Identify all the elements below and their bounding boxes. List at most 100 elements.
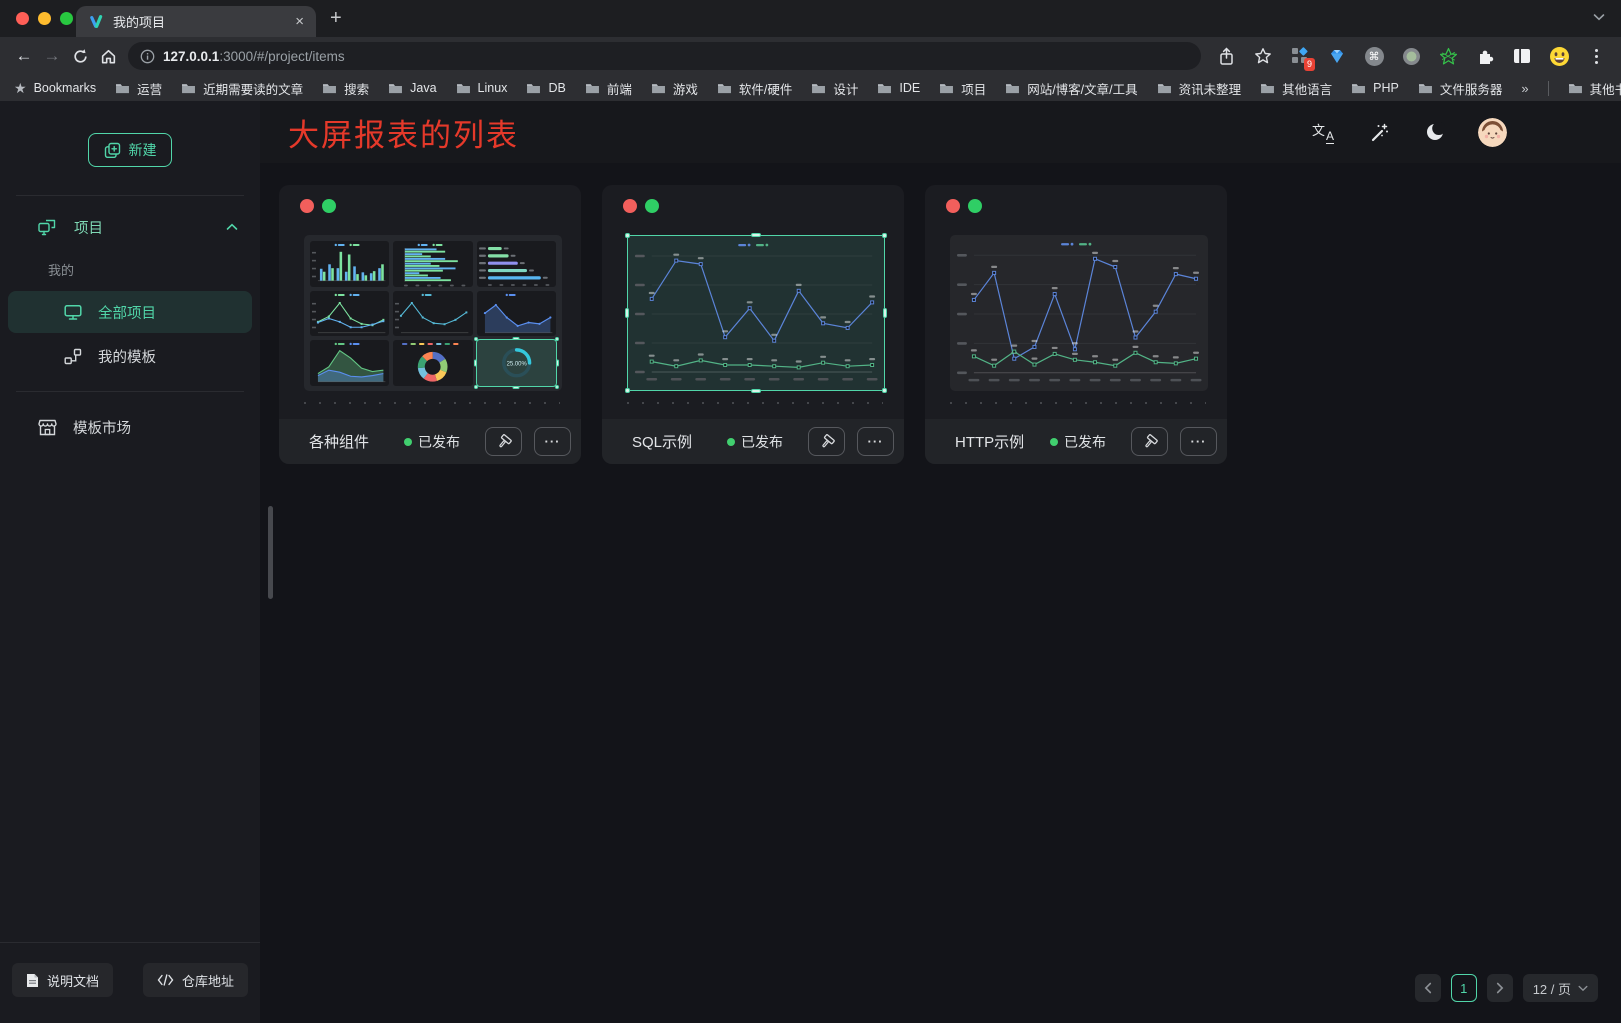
bookmark-folder[interactable]: 游戏 bbox=[651, 79, 698, 98]
gem-extension-icon[interactable] bbox=[1326, 45, 1348, 67]
user-avatar[interactable] bbox=[1478, 118, 1507, 147]
address-bar[interactable]: 127.0.0.1:3000/#/project/items bbox=[128, 42, 1201, 70]
selection-handle bbox=[513, 386, 520, 389]
sidebar-item-all-projects[interactable]: 全部项目 bbox=[8, 291, 252, 333]
bookmark-folder[interactable]: 近期需要读的文章 bbox=[181, 79, 303, 98]
prev-page-button[interactable] bbox=[1415, 974, 1441, 1002]
folder-icon bbox=[811, 82, 826, 94]
reload-icon[interactable] bbox=[66, 42, 94, 70]
folder-icon bbox=[651, 82, 666, 94]
project-cards: 25.00% 各种组件 已发布 ··· bbox=[260, 163, 1621, 464]
new-project-label: 新建 bbox=[129, 140, 157, 160]
folder-icon bbox=[1260, 82, 1275, 94]
other-bookmarks[interactable]: 其他书签 bbox=[1568, 79, 1621, 98]
docs-button[interactable]: 说明文档 bbox=[12, 963, 113, 997]
browser-toolbar: ← → 127.0.0.1:3000/#/project/items 9 bbox=[0, 37, 1621, 75]
magic-wand-icon[interactable] bbox=[1366, 119, 1392, 145]
project-card[interactable]: 25.00% 各种组件 已发布 ··· bbox=[279, 185, 581, 464]
zoom-window-button[interactable] bbox=[60, 12, 73, 25]
project-card[interactable]: HTTP示例 已发布 ··· bbox=[925, 185, 1227, 464]
more-actions-button[interactable]: ··· bbox=[857, 427, 894, 456]
bookmark-folder[interactable]: IDE bbox=[877, 81, 920, 95]
new-tab-button[interactable]: + bbox=[330, 7, 342, 30]
side-panel-icon[interactable] bbox=[1511, 45, 1533, 67]
bookmark-folder[interactable]: PHP bbox=[1351, 81, 1399, 95]
line-chart bbox=[950, 235, 1208, 391]
selection-handle bbox=[555, 385, 559, 389]
repo-button[interactable]: 仓库地址 bbox=[143, 963, 248, 997]
publish-status: 已发布 bbox=[1050, 432, 1106, 452]
bookmark-folder[interactable]: 设计 bbox=[811, 79, 858, 98]
bookmarks-root[interactable]: ★ Bookmarks bbox=[14, 80, 96, 97]
bookmark-folder-label: Linux bbox=[478, 81, 508, 95]
page-number-button[interactable]: 1 bbox=[1451, 974, 1477, 1002]
sidebar-group-projects[interactable]: 项目 bbox=[0, 204, 260, 250]
bookmark-star-icon[interactable] bbox=[1252, 45, 1274, 67]
edit-hammer-button[interactable] bbox=[808, 427, 845, 456]
language-translate-icon[interactable]: 文A bbox=[1310, 119, 1336, 145]
bookmark-folder[interactable]: 运营 bbox=[115, 79, 162, 98]
bookmark-folder-label: Java bbox=[410, 81, 436, 95]
tab-search-chevron-icon[interactable] bbox=[1593, 13, 1605, 21]
sidebar-divider bbox=[16, 391, 244, 392]
header-icons: 文A bbox=[1310, 118, 1507, 147]
bookmark-folder[interactable]: DB bbox=[526, 81, 565, 95]
green-star-extension-icon[interactable] bbox=[1437, 45, 1459, 67]
bookmark-folder[interactable]: 网站/博客/文章/工具 bbox=[1005, 79, 1137, 98]
share-icon[interactable] bbox=[1215, 45, 1237, 67]
bookmark-folder-label: 游戏 bbox=[673, 79, 698, 98]
mini-chart-bars bbox=[310, 241, 389, 287]
url-host: 127.0.0.1 bbox=[163, 49, 219, 64]
edit-hammer-button[interactable] bbox=[485, 427, 522, 456]
bookmark-folder[interactable]: 项目 bbox=[939, 79, 986, 98]
macos-traffic-lights bbox=[16, 12, 73, 25]
bookmark-folder[interactable]: 前端 bbox=[585, 79, 632, 98]
bookmark-folder[interactable]: Linux bbox=[456, 81, 508, 95]
bookmark-folder[interactable]: 搜索 bbox=[322, 79, 369, 98]
bookmark-folder[interactable]: 软件/硬件 bbox=[717, 79, 792, 98]
tab-manager-extension-icon[interactable]: 9 bbox=[1289, 45, 1311, 67]
browser-tab[interactable]: 我的项目 × bbox=[76, 6, 316, 37]
back-icon[interactable]: ← bbox=[10, 42, 38, 70]
template-flow-icon bbox=[64, 348, 82, 365]
bookmark-folder[interactable]: 其他语言 bbox=[1260, 79, 1332, 98]
more-actions-button[interactable]: ··· bbox=[534, 427, 571, 456]
site-info-icon[interactable] bbox=[140, 49, 155, 64]
dark-mode-moon-icon[interactable] bbox=[1422, 119, 1448, 145]
content-scrollbar-thumb[interactable] bbox=[268, 506, 273, 599]
bookmark-folder[interactable]: Java bbox=[388, 81, 436, 95]
profile-smiley-avatar[interactable] bbox=[1548, 45, 1570, 67]
chevron-up-icon bbox=[226, 223, 238, 231]
mini-chart-area2 bbox=[310, 340, 389, 386]
more-actions-button[interactable]: ··· bbox=[1180, 427, 1217, 456]
bookmark-folder[interactable]: 资讯未整理 bbox=[1157, 79, 1242, 98]
extensions-puzzle-icon[interactable] bbox=[1474, 45, 1496, 67]
new-project-button[interactable]: 新建 bbox=[88, 133, 172, 167]
bookmark-folder[interactable]: 文件服务器 bbox=[1418, 79, 1503, 98]
bookmarks-overflow-chevron[interactable]: » bbox=[1521, 81, 1528, 96]
forward-icon[interactable]: → bbox=[38, 42, 66, 70]
sidebar-item-template-market[interactable]: 模板市场 bbox=[0, 404, 260, 450]
dotted-divider bbox=[950, 402, 1206, 404]
status-label: 已发布 bbox=[741, 432, 783, 452]
sidebar-footer-divider bbox=[0, 942, 260, 943]
selection-handle bbox=[883, 308, 887, 318]
page-size-select[interactable]: 12 / 页 bbox=[1523, 974, 1598, 1002]
recorder-extension-icon[interactable] bbox=[1400, 45, 1422, 67]
chrome-menu-icon[interactable] bbox=[1585, 45, 1607, 67]
next-page-button[interactable] bbox=[1487, 974, 1513, 1002]
project-card[interactable]: SQL示例 已发布 ··· bbox=[602, 185, 904, 464]
close-window-button[interactable] bbox=[16, 12, 29, 25]
bookmark-folder-label: 近期需要读的文章 bbox=[203, 79, 303, 98]
tab-close-icon[interactable]: × bbox=[295, 14, 304, 29]
chevron-right-icon bbox=[1496, 982, 1504, 994]
home-icon[interactable] bbox=[94, 42, 122, 70]
dotted-divider bbox=[304, 402, 560, 404]
edit-hammer-button[interactable] bbox=[1131, 427, 1168, 456]
minimize-window-button[interactable] bbox=[38, 12, 51, 25]
sidebar-item-my-templates[interactable]: 我的模板 bbox=[8, 335, 252, 377]
status-dot bbox=[727, 438, 735, 446]
command-extension-icon[interactable]: ⌘ bbox=[1363, 45, 1385, 67]
sidebar-divider bbox=[16, 195, 244, 196]
selection-handle bbox=[474, 337, 478, 341]
